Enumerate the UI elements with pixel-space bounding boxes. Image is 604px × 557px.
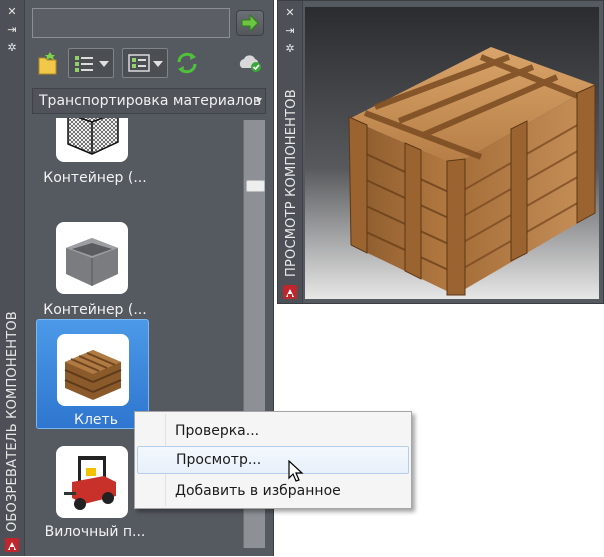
chevron-down-icon (256, 98, 262, 103)
palette-title: ОБОЗРЕВАТЕЛЬ КОМПОНЕНТОВ (5, 311, 20, 532)
pin-icon[interactable]: ⇥ (284, 25, 296, 37)
menu-item-add-to-favorites[interactable]: Добавить в избранное (137, 477, 409, 505)
list-item[interactable]: Контейнер (... (36, 202, 149, 318)
component-preview-palette: ✕ ⇥ ✲ ПРОСМОТР КОМПОНЕНТОВ (277, 0, 604, 304)
search-button[interactable] (236, 10, 264, 36)
properties-icon[interactable]: ✲ (284, 43, 296, 55)
list-item-selected[interactable]: Клеть (36, 319, 149, 429)
list-item[interactable]: Контейнер (... (36, 118, 149, 200)
palette-title-strip: ✕ ⇥ ✲ ПРОСМОТР КОМПОНЕНТОВ (278, 1, 303, 303)
open-folder-button[interactable] (36, 48, 60, 78)
component-label: Контейнер (... (43, 170, 147, 186)
detail-view-icon (128, 54, 150, 72)
close-icon[interactable]: ✕ (284, 7, 296, 19)
forklift-icon (56, 446, 128, 518)
mouse-pointer-icon (288, 460, 304, 482)
app-logo-icon[interactable] (283, 285, 297, 299)
app-logo-icon[interactable] (5, 538, 19, 552)
crate-icon (57, 334, 129, 406)
list-item[interactable]: Вилочный п... (36, 432, 149, 542)
solid-container-icon (56, 222, 128, 294)
component-label: Вилочный п... (44, 524, 146, 540)
pin-icon[interactable]: ⇥ (6, 24, 18, 36)
search-input[interactable] (32, 8, 230, 38)
category-dropdown-value: Транспортировка материалов (39, 93, 262, 109)
menu-item-preview[interactable]: Просмотр... (137, 446, 409, 474)
list-view-icon (75, 56, 93, 72)
chevron-down-icon (153, 61, 163, 67)
chevron-down-icon (99, 61, 109, 67)
component-label: Контейнер (... (43, 302, 147, 318)
arrow-right-icon (241, 13, 259, 33)
cloud-sync-button[interactable] (236, 48, 264, 78)
properties-icon[interactable]: ✲ (6, 42, 18, 54)
menu-item-check[interactable]: Проверка... (137, 417, 409, 445)
palette-title: ПРОСМОТР КОМПОНЕНТОВ (284, 89, 299, 277)
cloud-check-icon (239, 55, 261, 72)
detail-view-dropdown[interactable] (122, 48, 168, 78)
scroll-thumb[interactable] (246, 180, 265, 192)
palette-title-strip: ✕ ⇥ ✲ ОБОЗРЕВАТЕЛЬ КОМПОНЕНТОВ (0, 0, 25, 556)
close-icon[interactable]: ✕ (6, 6, 18, 18)
refresh-button[interactable] (174, 48, 200, 78)
crate-3d-preview (348, 47, 597, 296)
wire-container-icon (56, 118, 128, 162)
list-view-dropdown[interactable] (68, 48, 114, 78)
context-menu: Проверка... Просмотр... Добавить в избра… (134, 411, 412, 509)
folder-icon (38, 52, 57, 75)
refresh-icon (177, 52, 197, 74)
category-dropdown[interactable]: Транспортировка материалов (32, 88, 266, 114)
component-preview-viewport[interactable] (305, 7, 599, 299)
